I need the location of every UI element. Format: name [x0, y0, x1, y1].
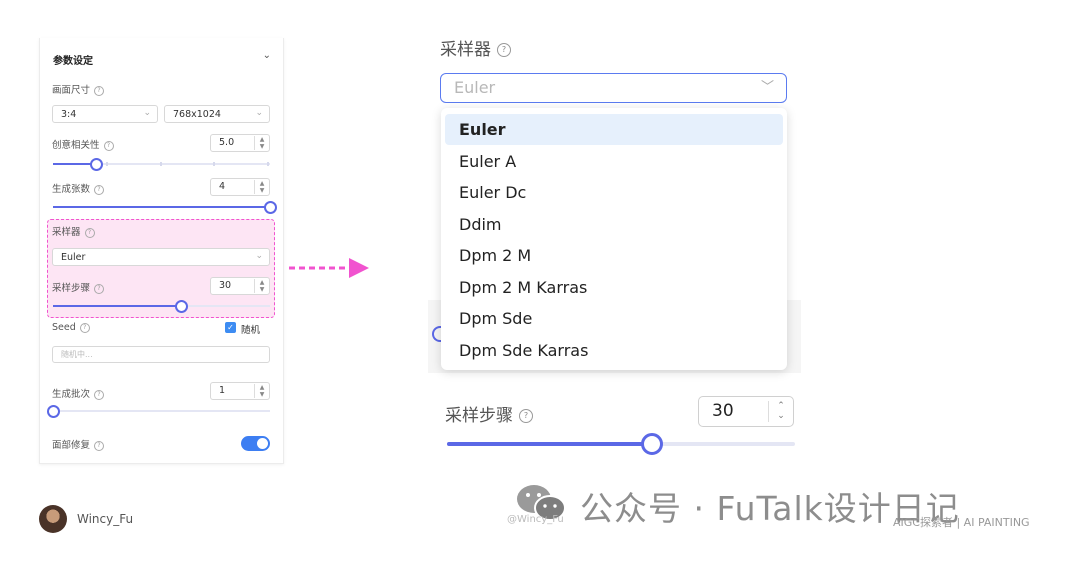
resolution-select[interactable]: 768x1024 ⌄ [164, 105, 270, 123]
help-icon[interactable]: ? [94, 85, 105, 96]
help-icon[interactable]: ? [79, 322, 90, 333]
panel-title: 参数设定 [53, 56, 93, 67]
random-label: 随机 [241, 325, 261, 336]
stepper-icon[interactable]: ▲ ▼ [254, 279, 269, 293]
help-icon[interactable]: ? [84, 227, 95, 238]
chevron-down-icon: ⌄ [255, 108, 263, 118]
seed-label: Seed? [52, 322, 90, 333]
zoom-steps-slider[interactable] [447, 433, 795, 455]
zoom-steps-label: 采样步骤? [445, 401, 533, 426]
help-icon[interactable]: ? [94, 440, 105, 451]
sampler-dropdown: Euler Euler A Euler Dc Ddim Dpm 2 M Dpm … [441, 108, 787, 370]
cfg-label: 创意相关性? [52, 137, 114, 151]
slider-handle[interactable] [175, 300, 189, 313]
slider-handle[interactable] [264, 201, 277, 214]
dropdown-option[interactable]: Euler A [445, 146, 783, 177]
dropdown-option[interactable]: Dpm Sde [445, 303, 783, 334]
count-number-input[interactable]: 4 ▲ ▼ [210, 178, 270, 196]
dropdown-option[interactable]: Euler Dc [445, 177, 783, 208]
count-label: 生成张数? [52, 181, 105, 195]
chevron-down-icon[interactable]: ⌄ [263, 50, 271, 61]
chevron-down-icon: ⌄ [255, 251, 263, 261]
batch-slider[interactable] [47, 405, 270, 418]
help-icon[interactable]: ? [94, 184, 105, 195]
dropdown-option[interactable]: Dpm 2 M [445, 240, 783, 271]
steps-slider[interactable] [53, 300, 270, 313]
slider-handle[interactable] [641, 433, 664, 455]
zoom-sampler-label: 采样器? [440, 35, 511, 60]
seed-input[interactable]: 随机中... [52, 346, 270, 363]
slider-handle[interactable] [47, 405, 60, 418]
random-checkbox[interactable]: ✓ [225, 322, 236, 333]
watermark-right: AIGC探索者 | AI PAINTING [893, 516, 1030, 529]
stepper-icon[interactable]: ▲ ▼ [254, 136, 269, 150]
size-label: 画面尺寸? [52, 82, 105, 96]
dropdown-option[interactable]: Ddim [445, 209, 783, 240]
batch-label: 生成批次? [52, 386, 105, 400]
sampler-select[interactable]: Euler ⌄ [52, 248, 270, 266]
avatar [39, 505, 67, 533]
chevron-down-icon: ﹀ [760, 80, 774, 95]
stepper-icon[interactable]: ▲ ▼ [254, 180, 269, 194]
help-icon[interactable]: ? [94, 283, 105, 294]
cfg-slider[interactable] [53, 158, 270, 171]
zoom-steps-input[interactable]: 30 ⌃ ⌄ [698, 396, 794, 427]
steps-label: 采样步骤? [52, 280, 105, 294]
face-fix-label: 面部修复? [52, 437, 105, 451]
dropdown-option[interactable]: Dpm 2 M Karras [445, 272, 783, 303]
chevron-down-icon: ⌄ [143, 108, 151, 118]
face-fix-toggle[interactable] [241, 436, 270, 451]
stepper-icon[interactable]: ▲ ▼ [254, 384, 269, 398]
ratio-select[interactable]: 3:4 ⌄ [52, 105, 158, 123]
help-icon[interactable]: ? [519, 409, 533, 423]
steps-number-input[interactable]: 30 ▲ ▼ [210, 277, 270, 295]
watermark-small: @Wincy_Fu [507, 514, 564, 525]
cfg-number-input[interactable]: 5.0 ▲ ▼ [210, 134, 270, 152]
help-icon[interactable]: ? [497, 43, 511, 57]
arrow-right-icon [289, 258, 369, 278]
batch-number-input[interactable]: 1 ▲ ▼ [210, 382, 270, 400]
author-name: Wincy_Fu [77, 512, 134, 526]
dropdown-option[interactable]: Dpm Sde Karras [445, 335, 783, 366]
zoom-sampler-select[interactable]: Euler ﹀ [440, 73, 787, 103]
help-icon[interactable]: ? [103, 140, 114, 151]
dropdown-option[interactable]: Euler [445, 114, 783, 145]
stepper-icon[interactable]: ⌃ ⌄ [768, 401, 793, 422]
count-slider[interactable] [53, 201, 277, 214]
sampler-label: 采样器? [52, 224, 95, 238]
help-icon[interactable]: ? [94, 389, 105, 400]
